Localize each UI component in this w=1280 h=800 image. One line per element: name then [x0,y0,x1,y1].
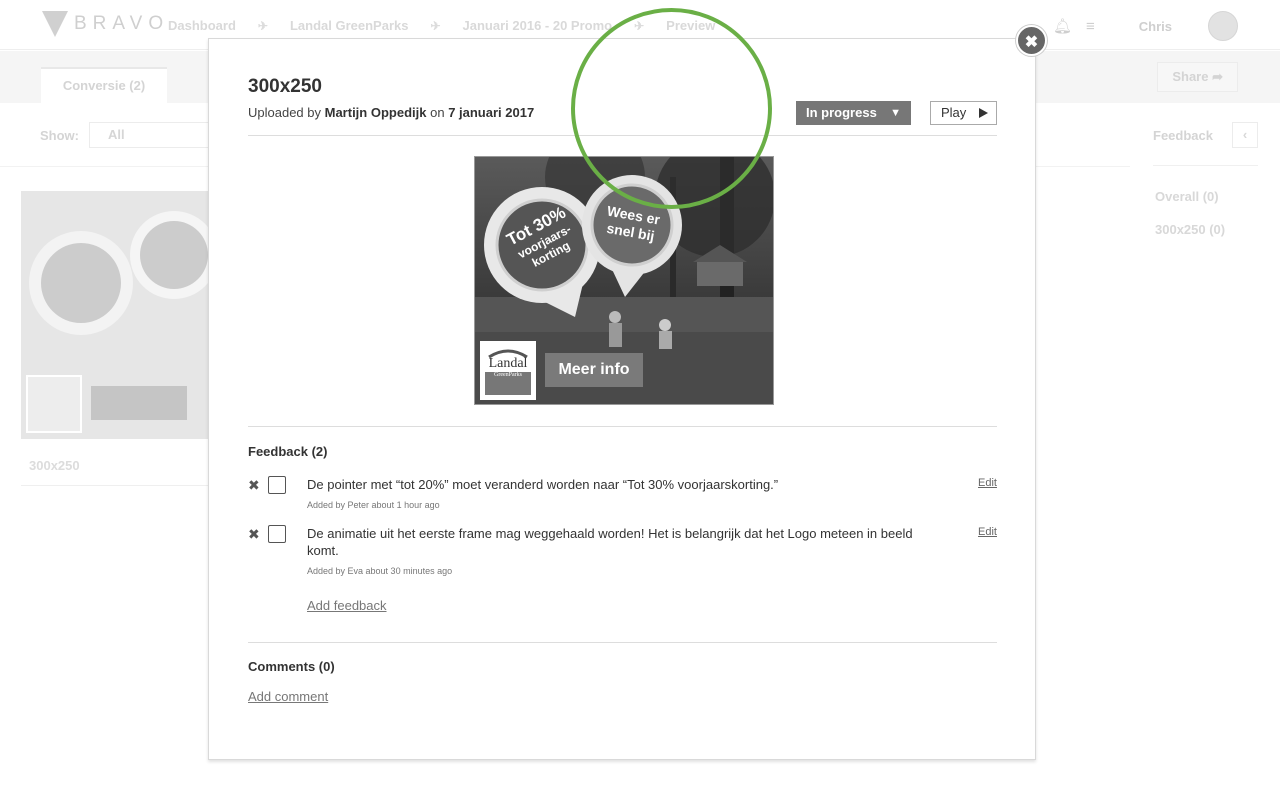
divider [248,426,997,427]
feedback-checkbox[interactable] [268,476,286,494]
breadcrumb-item-campaign[interactable]: Januari 2016 - 20 Promo [463,18,613,33]
delete-feedback-icon[interactable]: ✖ [248,477,260,494]
brand-sub: GreenParks [494,372,522,378]
breadcrumb-item-dashboard[interactable]: Dashboard [168,18,236,33]
logo-mark-icon [42,11,68,37]
collapse-chevron-icon[interactable]: ‹ [1232,122,1258,148]
on-word: on [430,105,445,120]
bravo-logo[interactable]: BRAVO [42,11,169,37]
divider [248,135,997,136]
uploaded-prefix: Uploaded by [248,105,321,120]
add-feedback-link[interactable]: Add feedback [307,598,387,613]
notification-bell-icon[interactable]: 🔔︎ [1053,17,1072,35]
user-name[interactable]: Chris [1139,19,1172,34]
divider [21,485,211,486]
sidebar-item-overall[interactable]: Overall (0) [1155,180,1225,213]
banner-cta-button: Meer info [558,361,630,378]
status-label: In progress [806,105,877,120]
breadcrumb: Dashboard ✈ Landal GreenParks ✈ Januari … [168,18,715,33]
feedback-body: De pointer met “tot 20%” moet veranderd … [307,477,779,492]
delete-feedback-icon[interactable]: ✖ [248,526,260,543]
uploader-name: Martijn Oppedijk [324,105,427,120]
tab-conversie[interactable]: Conversie (2) [41,67,167,103]
banner-preview[interactable]: Tot 30% voorjaars- korting Wees er snel … [474,156,774,405]
breadcrumb-separator-icon: ✈ [430,18,441,33]
show-filter-select[interactable]: All [89,122,209,148]
menu-icon[interactable]: ≡ [1086,18,1095,35]
upload-meta: Uploaded by Martijn Oppedijk on 7 januar… [248,105,534,120]
share-arrow-icon: ➦ [1212,69,1223,84]
play-label: Play [941,105,967,120]
thumbnail-label: 300x250 [29,458,80,473]
preview-modal: 300x250 Uploaded by Martijn Oppedijk on … [208,38,1036,760]
feedback-added-by: Added by Peter about 1 hour ago [307,500,440,510]
breadcrumb-separator-icon: ✈ [634,18,645,33]
divider [248,642,997,643]
feedback-title: Feedback (2) [248,444,328,459]
feedback-checkbox[interactable] [268,525,286,543]
feedback-sidebar-title: Feedback [1153,127,1213,143]
feedback-added-by: Added by Eva about 30 minutes ago [307,566,453,576]
show-label: Show: [40,127,79,143]
status-dropdown[interactable]: In progress ▼ [796,101,911,125]
modal-title: 300x250 [248,76,322,97]
upload-date: 7 januari 2017 [448,105,535,120]
play-button[interactable]: Play [930,101,997,125]
edit-feedback-link[interactable]: Edit [978,477,997,489]
add-comment-link[interactable]: Add comment [248,689,328,704]
thumbnail-image [21,191,211,439]
breadcrumb-item-client[interactable]: Landal GreenParks [290,18,409,33]
breadcrumb-item-preview[interactable]: Preview [666,18,715,33]
chevron-down-icon: ▼ [890,107,901,119]
feedback-body: De animatie uit het eerste frame mag weg… [307,526,913,558]
feedback-sidebar-list: Overall (0) 300x250 (0) [1155,180,1225,246]
avatar[interactable] [1208,11,1238,41]
background-banner-thumbnail[interactable] [21,191,211,439]
logo-text: BRAVO [74,13,170,34]
divider [1153,165,1258,166]
feedback-text: De pointer met “tot 20%” moet veranderd … [307,476,937,514]
brand-name: Landal [488,356,528,371]
feedback-text: De animatie uit het eerste frame mag weg… [307,525,937,580]
share-label: Share [1172,69,1209,84]
sidebar-item-300x250[interactable]: 300x250 (0) [1155,213,1225,246]
breadcrumb-separator-icon: ✈ [257,18,268,33]
close-modal-button[interactable]: ✖ [1016,25,1047,56]
top-right-actions: 🔔︎ ≡ Chris [1053,11,1238,41]
share-button[interactable]: Share ➦ [1157,62,1238,92]
edit-feedback-link[interactable]: Edit [978,526,997,538]
brand-logo: Landal GreenParks [482,357,534,380]
comments-title: Comments (0) [248,659,335,674]
play-icon [979,108,988,118]
feedback-sidebar-header: Feedback ‹ [1153,122,1258,148]
filter-row: Show: All [40,122,209,148]
